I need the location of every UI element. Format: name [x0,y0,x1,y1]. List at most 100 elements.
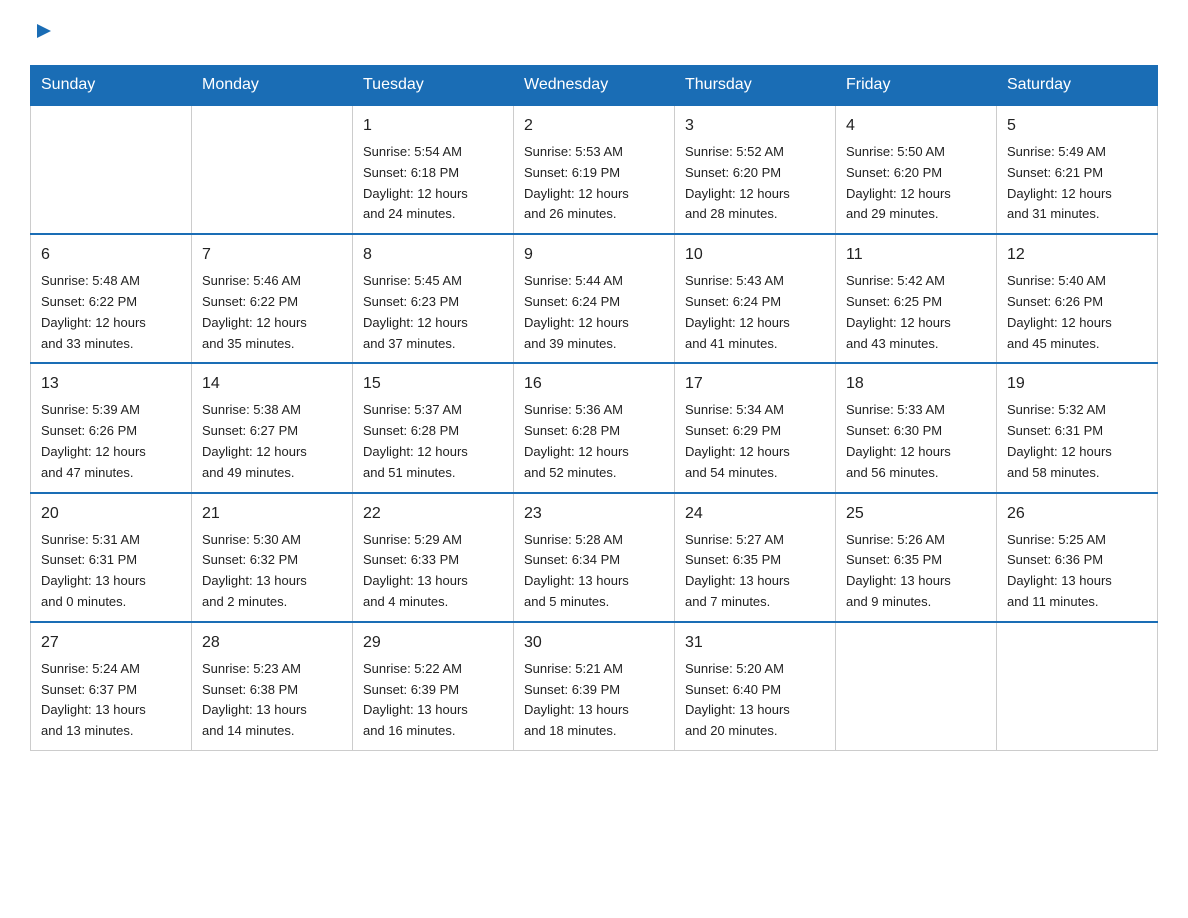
calendar-cell: 11Sunrise: 5:42 AM Sunset: 6:25 PM Dayli… [836,234,997,363]
calendar-cell: 17Sunrise: 5:34 AM Sunset: 6:29 PM Dayli… [675,363,836,492]
day-info: Sunrise: 5:20 AM Sunset: 6:40 PM Dayligh… [685,659,825,742]
day-number: 29 [363,631,503,655]
calendar-cell: 1Sunrise: 5:54 AM Sunset: 6:18 PM Daylig… [353,105,514,234]
day-number: 6 [41,243,181,267]
day-info: Sunrise: 5:27 AM Sunset: 6:35 PM Dayligh… [685,530,825,613]
calendar-cell: 14 Sunrise: 5:38 AM Sunset: 6:27 PM Dayli… [192,363,353,492]
day-number: 30 [524,631,664,655]
day-info: Sunrise: 5:39 AM Sunset: 6:26 PM Dayligh… [41,400,181,483]
calendar-cell: 30 Sunrise: 5:21 AM Sunset: 6:39 PM Dayli… [514,622,675,751]
calendar-cell: 21 Sunrise: 5:30 AM Sunset: 6:32 PM Dayli… [192,493,353,622]
calendar-cell: 8 Sunrise: 5:45 AM Sunset: 6:23 PM Daylig… [353,234,514,363]
calendar-cell: 18 Sunrise: 5:33 AM Sunset: 6:30 PM Dayli… [836,363,997,492]
calendar-cell [31,105,192,234]
weekday-header-saturday: Saturday [997,66,1158,106]
day-info: Sunrise: 5:26 AM Sunset: 6:35 PM Dayligh… [846,530,986,613]
day-info: Sunrise: 5:52 AM Sunset: 6:20 PM Dayligh… [685,142,825,225]
day-info: Sunrise: 5:38 AM Sunset: 6:27 PM Dayligh… [202,400,342,483]
day-number: 21 [202,502,342,526]
day-info: Sunrise: 5:28 AM Sunset: 6:34 PM Dayligh… [524,530,664,613]
weekday-header-thursday: Thursday [675,66,836,106]
calendar-cell: 23 Sunrise: 5:28 AM Sunset: 6:34 PM Dayli… [514,493,675,622]
calendar-cell: 9 Sunrise: 5:44 AM Sunset: 6:24 PM Daylig… [514,234,675,363]
day-number: 7 [202,243,342,267]
day-number: 27 [41,631,181,655]
day-info: Sunrise: 5:48 AM Sunset: 6:22 PM Dayligh… [41,271,181,354]
calendar-cell: 12 Sunrise: 5:40 AM Sunset: 6:26 PM Dayli… [997,234,1158,363]
day-info: Sunrise: 5:42 AM Sunset: 6:25 PM Dayligh… [846,271,986,354]
calendar-cell: 2Sunrise: 5:53 AM Sunset: 6:19 PM Daylig… [514,105,675,234]
day-info: Sunrise: 5:23 AM Sunset: 6:38 PM Dayligh… [202,659,342,742]
day-info: Sunrise: 5:43 AM Sunset: 6:24 PM Dayligh… [685,271,825,354]
calendar-cell: 27Sunrise: 5:24 AM Sunset: 6:37 PM Dayli… [31,622,192,751]
logo [30,20,55,55]
weekday-header-tuesday: Tuesday [353,66,514,106]
day-info: Sunrise: 5:32 AM Sunset: 6:31 PM Dayligh… [1007,400,1147,483]
day-number: 9 [524,243,664,267]
day-number: 16 [524,372,664,396]
calendar-cell: 4Sunrise: 5:50 AM Sunset: 6:20 PM Daylig… [836,105,997,234]
weekday-header-friday: Friday [836,66,997,106]
calendar-cell: 15Sunrise: 5:37 AM Sunset: 6:28 PM Dayli… [353,363,514,492]
calendar-cell: 7 Sunrise: 5:46 AM Sunset: 6:22 PM Daylig… [192,234,353,363]
day-number: 19 [1007,372,1147,396]
calendar-cell: 24 Sunrise: 5:27 AM Sunset: 6:35 PM Dayli… [675,493,836,622]
day-number: 28 [202,631,342,655]
day-number: 20 [41,502,181,526]
day-number: 22 [363,502,503,526]
calendar-cell [997,622,1158,751]
weekday-header-sunday: Sunday [31,66,192,106]
calendar-cell: 5 Sunrise: 5:49 AM Sunset: 6:21 PM Daylig… [997,105,1158,234]
calendar-week-row: 1Sunrise: 5:54 AM Sunset: 6:18 PM Daylig… [31,105,1158,234]
page-header [30,20,1158,55]
day-info: Sunrise: 5:33 AM Sunset: 6:30 PM Dayligh… [846,400,986,483]
day-info: Sunrise: 5:40 AM Sunset: 6:26 PM Dayligh… [1007,271,1147,354]
day-info: Sunrise: 5:54 AM Sunset: 6:18 PM Dayligh… [363,142,503,225]
day-info: Sunrise: 5:49 AM Sunset: 6:21 PM Dayligh… [1007,142,1147,225]
calendar-week-row: 6 Sunrise: 5:48 AM Sunset: 6:22 PM Daylig… [31,234,1158,363]
day-info: Sunrise: 5:30 AM Sunset: 6:32 PM Dayligh… [202,530,342,613]
calendar-cell: 22 Sunrise: 5:29 AM Sunset: 6:33 PM Dayli… [353,493,514,622]
day-number: 5 [1007,114,1147,138]
day-number: 10 [685,243,825,267]
day-info: Sunrise: 5:44 AM Sunset: 6:24 PM Dayligh… [524,271,664,354]
day-number: 15 [363,372,503,396]
calendar-cell: 13 Sunrise: 5:39 AM Sunset: 6:26 PM Dayli… [31,363,192,492]
calendar-cell: 19 Sunrise: 5:32 AM Sunset: 6:31 PM Dayli… [997,363,1158,492]
calendar-cell: 3Sunrise: 5:52 AM Sunset: 6:20 PM Daylig… [675,105,836,234]
calendar-cell: 29 Sunrise: 5:22 AM Sunset: 6:39 PM Dayli… [353,622,514,751]
day-info: Sunrise: 5:22 AM Sunset: 6:39 PM Dayligh… [363,659,503,742]
day-info: Sunrise: 5:53 AM Sunset: 6:19 PM Dayligh… [524,142,664,225]
day-number: 25 [846,502,986,526]
calendar-table: SundayMondayTuesdayWednesdayThursdayFrid… [30,65,1158,751]
weekday-header-monday: Monday [192,66,353,106]
day-number: 31 [685,631,825,655]
day-number: 17 [685,372,825,396]
day-info: Sunrise: 5:46 AM Sunset: 6:22 PM Dayligh… [202,271,342,354]
day-number: 14 [202,372,342,396]
weekday-header-wednesday: Wednesday [514,66,675,106]
calendar-cell: 28 Sunrise: 5:23 AM Sunset: 6:38 PM Dayli… [192,622,353,751]
day-number: 26 [1007,502,1147,526]
day-info: Sunrise: 5:45 AM Sunset: 6:23 PM Dayligh… [363,271,503,354]
day-number: 24 [685,502,825,526]
day-number: 13 [41,372,181,396]
day-info: Sunrise: 5:29 AM Sunset: 6:33 PM Dayligh… [363,530,503,613]
calendar-cell: 26Sunrise: 5:25 AM Sunset: 6:36 PM Dayli… [997,493,1158,622]
day-number: 8 [363,243,503,267]
calendar-cell [192,105,353,234]
calendar-cell: 20 Sunrise: 5:31 AM Sunset: 6:31 PM Dayli… [31,493,192,622]
day-number: 12 [1007,243,1147,267]
day-info: Sunrise: 5:50 AM Sunset: 6:20 PM Dayligh… [846,142,986,225]
day-info: Sunrise: 5:31 AM Sunset: 6:31 PM Dayligh… [41,530,181,613]
calendar-cell: 10 Sunrise: 5:43 AM Sunset: 6:24 PM Dayli… [675,234,836,363]
day-number: 23 [524,502,664,526]
day-info: Sunrise: 5:21 AM Sunset: 6:39 PM Dayligh… [524,659,664,742]
calendar-cell: 31 Sunrise: 5:20 AM Sunset: 6:40 PM Dayli… [675,622,836,751]
calendar-week-row: 13 Sunrise: 5:39 AM Sunset: 6:26 PM Dayli… [31,363,1158,492]
calendar-week-row: 27Sunrise: 5:24 AM Sunset: 6:37 PM Dayli… [31,622,1158,751]
day-info: Sunrise: 5:36 AM Sunset: 6:28 PM Dayligh… [524,400,664,483]
calendar-header-row: SundayMondayTuesdayWednesdayThursdayFrid… [31,66,1158,106]
day-number: 18 [846,372,986,396]
calendar-week-row: 20 Sunrise: 5:31 AM Sunset: 6:31 PM Dayli… [31,493,1158,622]
